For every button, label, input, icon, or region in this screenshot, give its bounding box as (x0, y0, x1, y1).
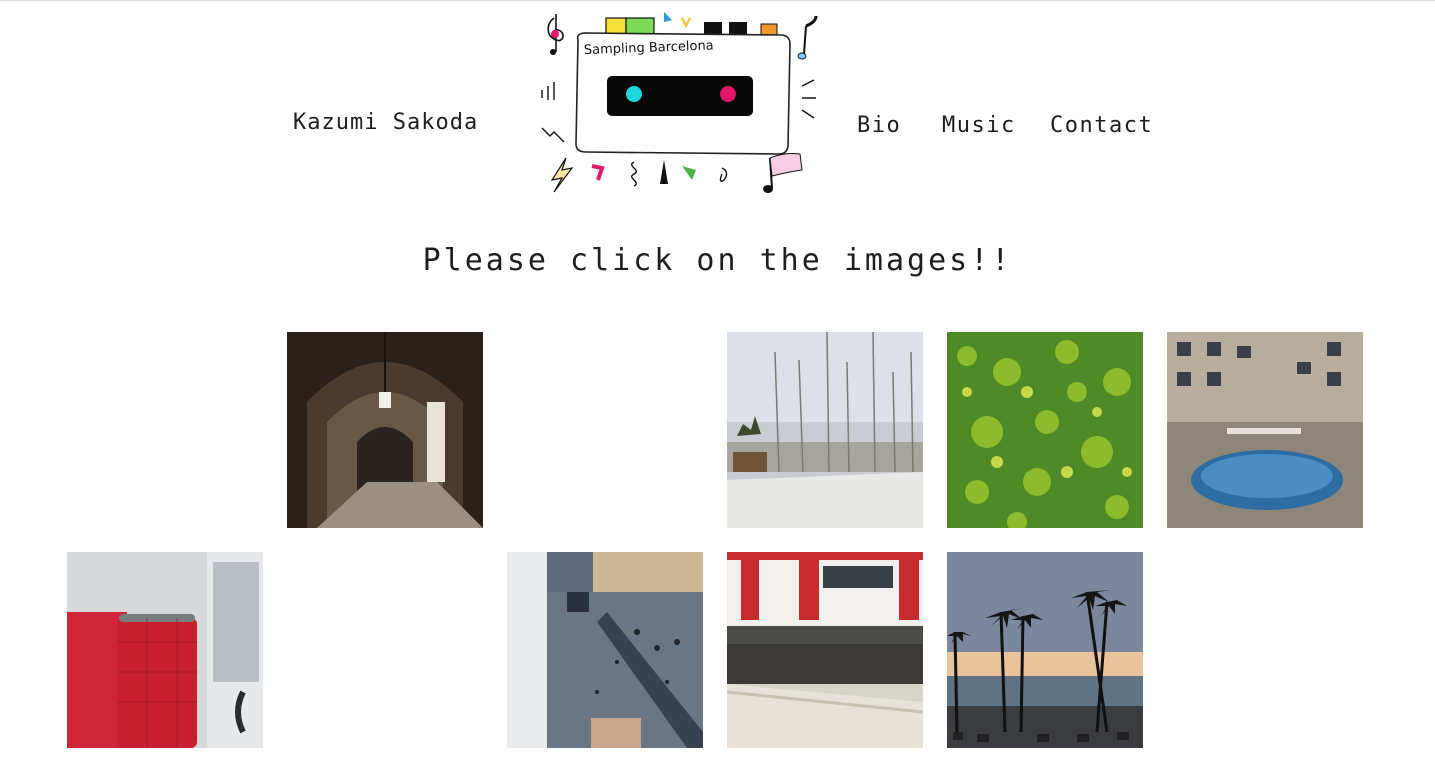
bus-seats-photo (67, 552, 263, 748)
logo-blue-note (664, 12, 672, 22)
logo-green-wedge (682, 166, 696, 180)
plaza-photo (507, 552, 703, 748)
page-heading: Please click on the images!! (422, 243, 1013, 278)
cassette-reel-left (626, 86, 642, 102)
gallery-tile-train[interactable] (727, 552, 923, 748)
beach-palms-photo (947, 552, 1143, 748)
site-name-link[interactable]: Kazumi Sakoda (293, 110, 478, 135)
logo-curl (719, 167, 728, 182)
logo-zigzag-left (541, 127, 565, 143)
logo-squiggle (631, 161, 637, 187)
courtyard-photo (1167, 332, 1363, 528)
music-note-icon (797, 15, 818, 60)
sampling-barcelona-logo[interactable]: Sampling Barcelona (536, 8, 826, 200)
logo-magenta-mark (591, 164, 605, 181)
train-photo (727, 552, 923, 748)
top-border (0, 0, 1435, 1)
hedge-photo (947, 332, 1143, 528)
gallery-tile-beach-palms[interactable] (947, 552, 1143, 748)
gallery-tile-archway[interactable] (287, 332, 483, 528)
nav-music-link[interactable]: Music (942, 113, 1016, 138)
nav-contact-link[interactable]: Contact (1050, 113, 1153, 138)
harbor-photo (727, 332, 923, 528)
pink-flag-note-icon (763, 153, 803, 193)
logo-yellow-note (681, 17, 691, 29)
gallery-tile-courtyard[interactable] (1167, 332, 1363, 528)
lightning-icon (550, 157, 574, 193)
nav-bio-link[interactable]: Bio (857, 113, 901, 138)
cassette-reel-right (720, 86, 736, 102)
gallery-tile-bus-seats[interactable] (67, 552, 263, 748)
gallery-tile-hedge[interactable] (947, 332, 1143, 528)
logo-sound-lines-right (801, 79, 816, 119)
gallery-tile-plaza[interactable] (507, 552, 703, 748)
logo-black-wedge (660, 160, 668, 184)
treble-clef-icon (547, 14, 564, 55)
gallery-tile-harbor[interactable] (727, 332, 923, 528)
archway-photo (287, 332, 483, 528)
logo-sound-lines-left (541, 82, 555, 100)
